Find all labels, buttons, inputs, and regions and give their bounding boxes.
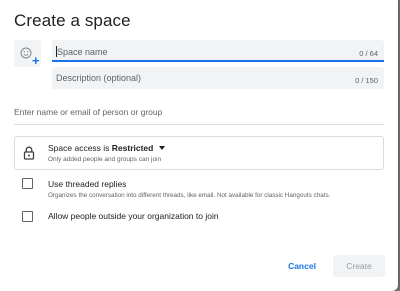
space-access-subtitle: Only added people and groups can join (48, 156, 162, 163)
description-counter: 0 / 150 (355, 76, 378, 85)
space-name-field[interactable]: Space name 0 / 64 (52, 40, 384, 62)
space-name-counter: 0 / 64 (359, 49, 378, 58)
create-button[interactable]: Create (333, 255, 385, 277)
dialog-title: Create a space (14, 11, 131, 30)
external-people-checkbox[interactable] (22, 211, 33, 222)
threaded-replies-checkbox[interactable] (22, 178, 33, 189)
plus-icon: + (32, 53, 40, 68)
cancel-button[interactable]: Cancel (282, 257, 322, 275)
smiley-face-icon (20, 46, 32, 64)
description-placeholder: Description (optional) (56, 73, 142, 83)
lock-icon (23, 146, 35, 165)
description-field[interactable]: Description (optional) 0 / 150 (52, 67, 384, 89)
add-emoji-button[interactable]: + (14, 40, 41, 67)
external-people-label: Allow people outside your organization t… (48, 211, 219, 221)
threaded-replies-label: Use threaded replies (48, 179, 127, 189)
space-name-placeholder: Space name (56, 46, 108, 57)
people-input-placeholder: Enter name or email of person or group (14, 107, 163, 117)
create-space-dialog: Create a space + Space name 0 / 64 Descr… (0, 0, 398, 291)
people-input[interactable]: Enter name or email of person or group (14, 96, 384, 125)
space-access-selector[interactable]: Space access is Restricted Only added pe… (14, 136, 384, 170)
threaded-replies-description: Organizes the conversation into differen… (48, 192, 331, 199)
space-access-title: Space access is Restricted (48, 143, 166, 153)
dropdown-arrow-icon (159, 146, 166, 150)
space-access-value: Restricted (111, 143, 154, 153)
